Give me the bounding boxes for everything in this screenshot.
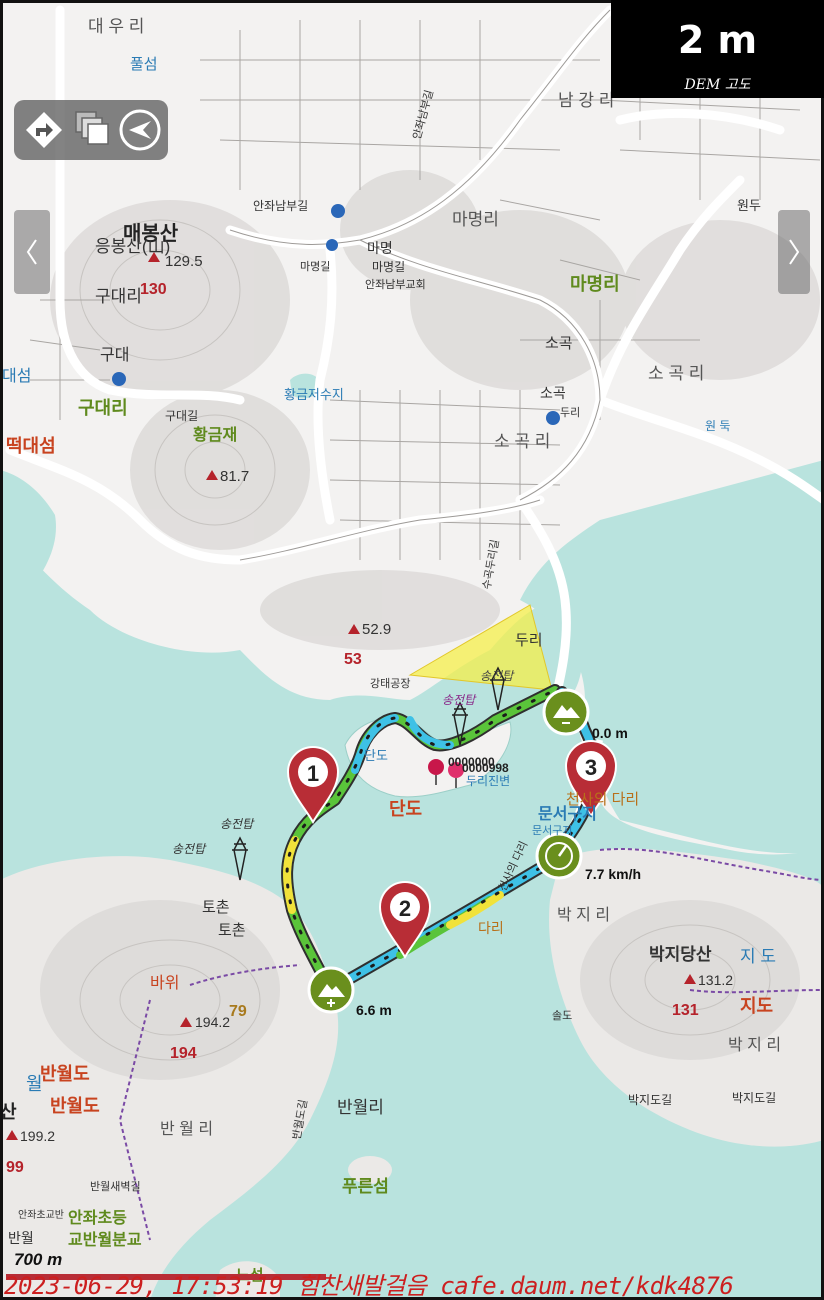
map-canvas[interactable]: 1 2 3 대 우 리 풀섬 남 강 리 매봉산 응봉산(山) 129.5 13… <box>0 0 824 1300</box>
waypoint-1-label: 1 <box>307 761 319 786</box>
label-peak-129: 129.5 <box>165 253 203 270</box>
label-marker-code2: 0000998 <box>462 761 509 775</box>
label-bakji-gil: 박지도길 <box>628 1093 672 1107</box>
label-gudaeri: 구대리 <box>95 287 142 306</box>
elevation-value: 2 m <box>677 18 758 62</box>
label-banwol-branch: 교반월분교 <box>68 1231 142 1249</box>
label-peak-194: 194 <box>170 1045 197 1062</box>
label-tochon2: 토촌 <box>218 922 246 939</box>
label-duri-gil: 두리 <box>560 406 580 419</box>
label-daeseom: 대섬 <box>2 367 31 385</box>
label-tteokdaeseom: 떡대섬 <box>6 436 56 456</box>
label-peak-81: 81.7 <box>220 468 249 485</box>
label-gudae: 구대 <box>100 346 129 364</box>
label-jido: 지 도 <box>740 947 776 966</box>
label-mamyeong: 마명 <box>367 240 393 256</box>
finish-mountain-minus-icon[interactable] <box>542 688 590 736</box>
label-pulseom: 풀섬 <box>130 56 158 73</box>
label-mamyeong-gil: 마명길 <box>372 260 405 274</box>
label-dando-small: 단도 <box>364 748 388 763</box>
label-munseo-guji: 문서구지 <box>538 805 597 823</box>
label-gudaeri-green: 구대리 <box>78 398 128 418</box>
label-peak-53: 53 <box>344 651 362 668</box>
label-jido2: 지도 <box>740 996 773 1016</box>
label-bawi: 바위 <box>150 974 179 992</box>
label-peak-52: 52.9 <box>362 621 391 638</box>
label-banwol-small: 반월 <box>8 1230 34 1246</box>
label-peak-99: 99 <box>6 1159 24 1176</box>
side-handle-right[interactable] <box>778 210 810 294</box>
label-dando: 단도 <box>389 799 422 819</box>
label-bridge-lower: 다리 <box>478 920 504 936</box>
label-banwoldo: 반월도 <box>40 1064 90 1084</box>
label-wondeok: 원 둑 <box>705 419 730 433</box>
label-banwolri: 반월리 <box>337 1098 384 1117</box>
map-screen: 1 2 3 대 우 리 풀섬 남 강 리 매봉산 응봉산(山) 129.5 13… <box>0 0 824 1300</box>
map-tool-panel <box>14 100 168 160</box>
label-anjwa-school-small: 안좌초교반 <box>18 1209 64 1221</box>
waypoint-3-label: 3 <box>585 755 597 780</box>
label-gangtae-factory: 강태공장 <box>370 677 410 690</box>
label-duri: 두리 <box>515 632 543 649</box>
label-pylon-4: 송전탑 <box>172 842 207 856</box>
label-saebyeol-gil: 반월새벽길 <box>90 1180 141 1193</box>
diamond-arrow-icon[interactable] <box>22 108 66 152</box>
start-mountain-plus-icon[interactable] <box>307 966 355 1014</box>
speedometer-icon[interactable] <box>535 832 583 880</box>
label-mamyeong-gil2: 마명길 <box>300 260 330 273</box>
label-reservoir: 황금저수지 <box>284 387 344 402</box>
label-nambu-church: 안좌남부교회 <box>365 278 426 291</box>
label-duri-jinbyeon: 두리진변 <box>466 774 510 788</box>
label-namgangri: 남 강 리 <box>558 91 614 110</box>
elevation-readout: 2 m DEM 고도 <box>611 0 824 98</box>
label-pylon-3: 송전탑 <box>220 817 255 831</box>
label-bakjiri: 박 지 리 <box>557 906 610 924</box>
label-peak-130: 130 <box>140 281 167 298</box>
label-wondu: 원두 <box>737 198 761 213</box>
layers-icon[interactable] <box>70 108 114 152</box>
watermark-text: 2023-06-29, 17:53:19 힘찬새발걸음 cafe.daum.ne… <box>4 1272 734 1300</box>
waypoint-2-label: 2 <box>399 896 411 921</box>
label-sogokri2: 소 곡 리 <box>494 432 550 451</box>
label-eungbongsan: 응봉산(山) <box>95 237 170 256</box>
label-mamyeongri: 마명리 <box>452 210 499 229</box>
label-tochon: 토촌 <box>202 899 230 916</box>
label-hwanggeumjae: 황금재 <box>193 425 237 444</box>
label-pureunseom: 푸른섬 <box>342 1177 389 1196</box>
track-speed: 7.7 km/h <box>585 866 641 882</box>
track-start-distance: 0.0 m <box>592 725 628 741</box>
label-peak-131: 131 <box>672 1002 699 1019</box>
compass-icon[interactable] <box>118 108 162 152</box>
label-sotdo: 솔도 <box>552 1009 572 1022</box>
label-munseo-guji2: 문서구지 <box>532 824 572 837</box>
label-daeuri: 대 우 리 <box>88 17 144 36</box>
label-anjwa-nambu-gil: 안좌남부길 <box>253 199 308 213</box>
label-mamyeongri-green: 마명리 <box>570 274 620 294</box>
label-bakjidangsan: 박지당산 <box>649 945 712 964</box>
label-sogok2: 소곡 <box>540 385 566 401</box>
label-sogok: 소곡 <box>545 335 573 352</box>
label-gudae-gil: 구대길 <box>165 409 198 423</box>
label-peak-131-2: 131.2 <box>698 972 733 988</box>
label-bakjiri2: 박 지 리 <box>728 1036 781 1054</box>
chevron-right-icon <box>789 239 800 265</box>
label-sogokri: 소 곡 리 <box>648 364 704 383</box>
label-peak-79: 79 <box>229 1003 247 1020</box>
label-pylon-1: 송전탑 <box>480 669 515 683</box>
label-peak-194-2: 194.2 <box>195 1014 230 1030</box>
side-handle-left[interactable] <box>14 210 50 294</box>
label-anjwa-elem: 안좌초등 <box>68 1209 127 1227</box>
label-pylon-2: 송전탑 <box>442 693 477 707</box>
label-banwoldo2: 반월도 <box>50 1096 100 1116</box>
label-peak-199: 199.2 <box>20 1128 55 1144</box>
track-end-distance: 6.6 m <box>356 1002 392 1018</box>
label-wol: 월 <box>26 1074 43 1094</box>
elevation-label: DEM 고도 <box>684 77 751 93</box>
label-bakji-gil2: 박지도길 <box>732 1091 776 1105</box>
chevron-left-icon <box>26 239 37 265</box>
label-banwolri2: 반 월 리 <box>160 1120 213 1138</box>
